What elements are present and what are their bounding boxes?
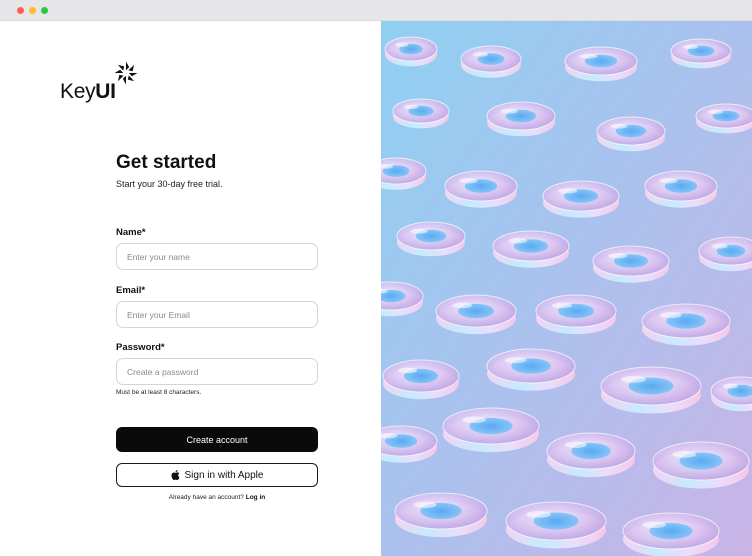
app-window: KeyUI Get started Start your 30-day free… [0, 0, 752, 556]
name-input[interactable] [116, 243, 318, 270]
brand-name-bold: UI [95, 80, 116, 103]
minimize-icon[interactable] [29, 7, 36, 14]
glass-disc [564, 46, 638, 82]
create-account-button[interactable]: Create account [116, 427, 318, 452]
glass-disc [396, 221, 466, 257]
glass-disc [435, 294, 517, 335]
glass-disc [670, 38, 732, 69]
glass-disc [695, 103, 752, 134]
name-label: Name* [116, 227, 146, 238]
page-subtitle: Start your 30-day free trial. [116, 179, 223, 189]
glass-disc [486, 348, 576, 391]
glass-disc [460, 45, 522, 78]
email-label: Email* [116, 285, 146, 296]
glass-disc [652, 441, 750, 489]
glass-disc [392, 98, 450, 129]
glass-disc [592, 245, 670, 283]
glass-disc [641, 303, 731, 346]
glass-disc [542, 180, 620, 218]
maximize-icon[interactable] [41, 7, 48, 14]
glass-disc [492, 230, 570, 268]
glass-disc [444, 170, 518, 208]
create-account-label: Create account [186, 434, 248, 445]
email-input[interactable] [116, 301, 318, 328]
login-prompt-text: Already have an account? [168, 494, 244, 501]
password-input[interactable] [116, 358, 318, 385]
glass-disc [442, 407, 540, 453]
glass-disc [382, 359, 460, 400]
login-prompt: Already have an account? Log in [116, 494, 318, 501]
sign-in-with-apple-button[interactable]: Sign in with Apple [116, 463, 318, 487]
hero-image [381, 21, 752, 556]
glass-disc [394, 492, 488, 538]
glass-disc [546, 432, 636, 478]
glass-disc [644, 170, 718, 208]
glass-disc [600, 366, 702, 414]
glass-disc [535, 294, 617, 335]
brand-wordmark: KeyUI [60, 81, 116, 103]
page-title: Get started [116, 152, 217, 173]
glass-discs-illustration [381, 21, 752, 556]
glass-disc [384, 36, 438, 67]
password-label: Password* [116, 342, 165, 353]
close-icon[interactable] [17, 7, 24, 14]
glass-disc [596, 116, 666, 152]
glass-disc [622, 512, 720, 556]
apple-icon [170, 470, 180, 480]
glass-disc [505, 501, 607, 549]
window-titlebar [0, 0, 752, 21]
glass-disc [486, 101, 556, 137]
signup-panel: KeyUI Get started Start your 30-day free… [0, 21, 381, 556]
brand-name-regular: Key [60, 80, 96, 103]
login-link[interactable]: Log in [246, 494, 266, 501]
glass-disc [698, 236, 752, 272]
apple-button-label: Sign in with Apple [184, 469, 264, 481]
glass-disc [381, 425, 438, 463]
password-hint: Must be at least 8 characters. [116, 389, 202, 396]
aperture-logo-icon [114, 61, 138, 85]
